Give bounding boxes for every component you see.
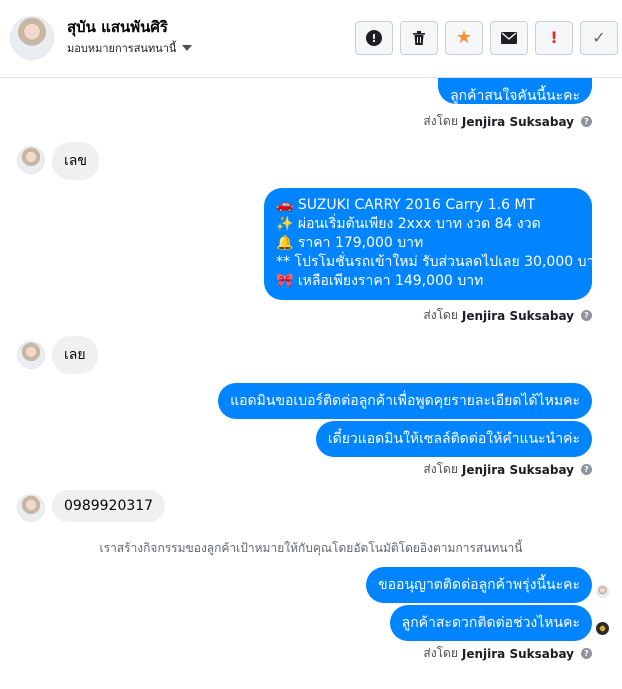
message-thread[interactable]: ลูกค้าสนใจคันนี้นะคะ ส่งโดย Jenjira Suks…	[0, 78, 622, 689]
sent-by-line: ส่งโดย Jenjira Suksabay ?	[423, 644, 592, 663]
alert-circle-icon: !	[366, 30, 382, 46]
trash-icon	[413, 31, 425, 45]
sent-by-prefix: ส่งโดย	[423, 114, 458, 128]
delete-button[interactable]	[400, 21, 438, 55]
sent-by-prefix: ส่งโดย	[423, 646, 458, 660]
info-icon[interactable]: ?	[581, 648, 592, 659]
customer-avatar-small	[17, 341, 45, 369]
customer-avatar[interactable]	[10, 16, 54, 60]
promo-line: 🎀 เหลือเพียงราคา 149,000 บาท	[276, 273, 484, 289]
promo-line: 🚗 SUZUKI CARRY 2016 Carry 1.6 MT	[276, 197, 536, 213]
info-icon[interactable]: ?	[581, 116, 592, 127]
star-button[interactable]: ★	[445, 21, 483, 55]
outgoing-message[interactable]: ขออนุญาตติดต่อลูกค้าพรุ่งนี้นะคะ	[366, 567, 592, 603]
envelope-icon	[501, 32, 517, 44]
promo-line: 🔔 ราคา 179,000 บาท	[276, 235, 424, 251]
conversation-actions: ! ★ ! ✓	[355, 21, 618, 55]
outgoing-message[interactable]: แอดมินขอเบอร์ติดต่อลูกค้าเพื่อพูดคุยรายล…	[218, 383, 592, 419]
outgoing-message[interactable]: เดี๋ยวแอดมินให้เซลล์ติดต่อให้คำแนะนำค่ะ	[315, 421, 592, 457]
promo-line: ** โปรโมชั่นรถเข้าใหม่ รับส่วนลดไปเลย 30…	[276, 254, 604, 270]
system-note: เราสร้างกิจกรรมของลูกค้าเป้าหมายให้กับคุ…	[99, 541, 523, 555]
caret-down-icon	[182, 45, 193, 51]
info-icon[interactable]: ?	[581, 310, 592, 321]
conversation-header: สุบัน แสนพันศิริ มอบหมายการสนทนานี้ ! ★	[0, 0, 622, 78]
sent-by-line: ส่งโดย Jenjira Suksabay ?	[423, 112, 592, 131]
star-icon: ★	[455, 27, 473, 48]
follow-up-button[interactable]: !	[535, 21, 573, 55]
agent-name: Jenjira Suksabay	[461, 114, 574, 129]
customer-avatar-small	[17, 146, 45, 174]
assign-label: มอบหมายการสนทนานี้	[67, 42, 177, 55]
mark-spam-button[interactable]: !	[355, 21, 393, 55]
mark-unread-button[interactable]	[490, 21, 528, 55]
sent-by-prefix: ส่งโดย	[423, 308, 458, 322]
outgoing-message-promo[interactable]: 🚗 SUZUKI CARRY 2016 Carry 1.6 MT ✨ ผ่อนเ…	[264, 188, 604, 300]
agent-name: Jenjira Suksabay	[461, 646, 574, 661]
incoming-message-phone[interactable]: 0989920317	[52, 490, 166, 522]
sent-by-line: ส่งโดย Jenjira Suksabay ?	[423, 306, 592, 325]
agent-name: Jenjira Suksabay	[461, 308, 574, 323]
exclamation-icon: !	[550, 28, 558, 47]
mark-done-button[interactable]: ✓	[580, 21, 618, 55]
incoming-message[interactable]: เลย	[52, 336, 98, 374]
incoming-message[interactable]: เลข	[52, 142, 99, 180]
outgoing-message[interactable]: ลูกค้าสนใจคันนี้นะคะ	[438, 78, 592, 104]
read-receipt-avatar	[596, 585, 609, 598]
sent-by-prefix: ส่งโดย	[423, 462, 458, 476]
agent-name: Jenjira Suksabay	[461, 462, 574, 477]
customer-avatar-small	[17, 494, 45, 522]
check-icon: ✓	[592, 28, 606, 47]
outgoing-message[interactable]: ลูกค้าสะดวกติดต่อช่วงไหนคะ	[389, 605, 592, 641]
customer-name[interactable]: สุบัน แสนพันศิริ	[67, 15, 168, 39]
sent-by-line: ส่งโดย Jenjira Suksabay ?	[423, 460, 592, 479]
assign-dropdown[interactable]: มอบหมายการสนทนานี้	[67, 39, 193, 57]
read-receipt-avatar	[596, 622, 609, 635]
info-icon[interactable]: ?	[581, 464, 592, 475]
promo-line: ✨ ผ่อนเริ่มต้นเพียง 2xxx บาท งวด 84 งวด	[276, 216, 541, 232]
